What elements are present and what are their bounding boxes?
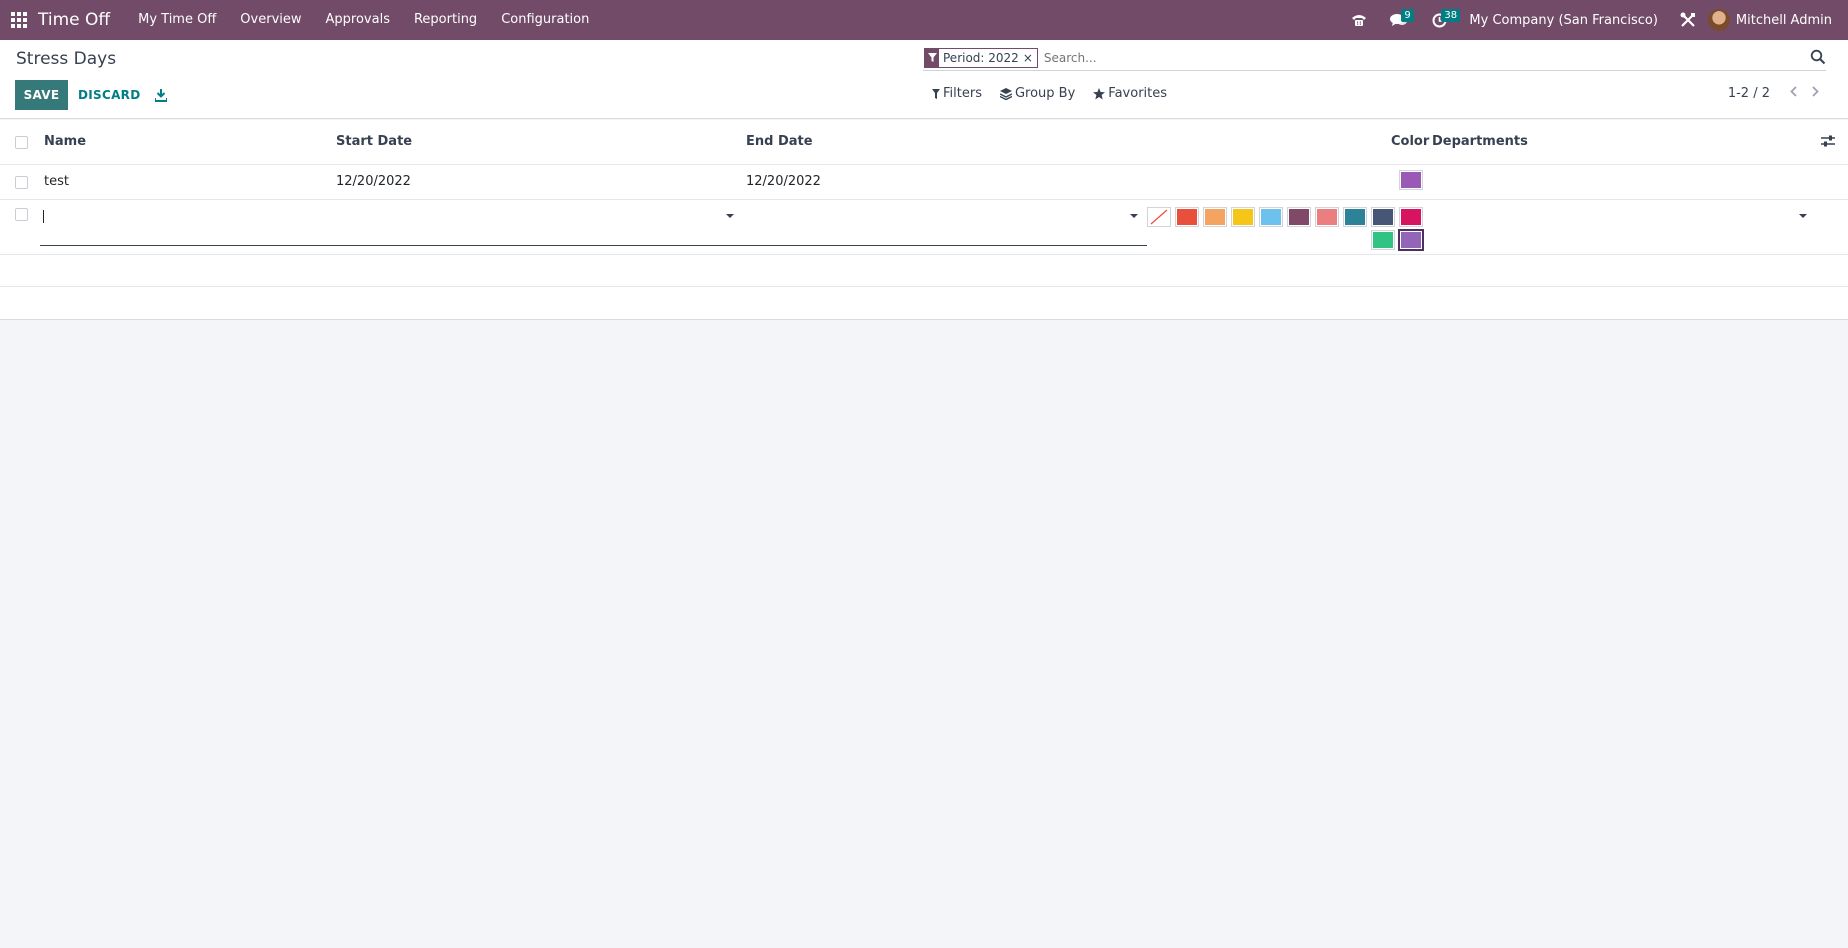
filters-button[interactable]: Filters [932,86,982,101]
optional-columns-icon[interactable] [1820,134,1836,148]
debug-tools-icon[interactable] [1668,0,1708,40]
color-orange-swatch[interactable] [1203,207,1227,227]
row-name: test [44,174,69,189]
discard-button[interactable]: DISCARD [70,80,148,110]
phone-icon[interactable] [1339,0,1379,40]
column-departments[interactable]: Departments [1432,134,1528,149]
favorites-label: Favorites [1108,86,1168,101]
save-button[interactable]: SAVE [15,80,68,110]
menu-configuration[interactable]: Configuration [489,0,601,40]
color-salmon-swatch[interactable] [1315,207,1339,227]
messages-icon[interactable]: 9 [1379,0,1419,40]
select-all-checkbox[interactable] [15,136,28,149]
pager: 1-2 / 2 [1728,86,1826,101]
column-name[interactable]: Name [44,134,86,149]
menu-approvals[interactable]: Approvals [314,0,402,40]
control-panel: Stress Days SAVE DISCARD Period: 2022 × … [0,40,1848,119]
facet-label: Period: 2022 [943,50,1019,65]
end-date-dropdown-icon[interactable] [1130,214,1138,218]
color-teal-swatch[interactable] [1343,207,1367,227]
app-name[interactable]: Time Off [38,10,110,30]
user-name: Mitchell Admin [1735,12,1832,28]
star-icon [1093,87,1106,99]
row-end-date: 12/20/2022 [746,174,821,189]
favorites-button[interactable]: Favorites [1093,86,1167,101]
column-start-date[interactable]: Start Date [336,134,412,149]
menu-reporting[interactable]: Reporting [402,0,489,40]
filter-facet[interactable]: Period: 2022 × [924,47,1038,68]
stress-days-list: Name Start Date End Date Color Departmen… [0,120,1848,320]
editing-row[interactable] [0,200,1848,255]
column-end-date[interactable]: End Date [746,134,813,149]
empty-row [0,255,1848,287]
group-by-label: Group By [1014,86,1076,101]
color-yellow-swatch[interactable] [1231,207,1255,227]
menu-overview[interactable]: Overview [228,0,313,40]
departments-dropdown-icon[interactable] [1799,214,1807,218]
table-header: Name Start Date End Date Color Departmen… [0,120,1848,165]
activities-icon[interactable]: 38 [1419,0,1461,40]
name-input-cursor[interactable] [43,210,44,223]
user-menu[interactable]: Mitchell Admin [1707,9,1848,31]
menu-my-time-off[interactable]: My Time Off [126,0,228,40]
color-fuchsia-swatch[interactable] [1399,207,1423,227]
color-dark-purple-swatch[interactable] [1287,207,1311,227]
color-none-swatch[interactable] [1147,207,1171,227]
facet-remove-icon[interactable]: × [1023,51,1037,65]
download-icon[interactable] [150,80,172,110]
layers-icon [999,87,1012,100]
search-bar: Period: 2022 × [923,45,1826,71]
column-color[interactable]: Color [1391,134,1429,149]
apps-menu-icon[interactable] [0,0,38,40]
start-date-dropdown-icon[interactable] [726,214,734,218]
color-light-blue-swatch[interactable] [1259,207,1283,227]
avatar [1707,9,1730,31]
activities-badge: 38 [1441,9,1461,22]
row-color-swatch [1399,170,1423,190]
search-options: Filters Group By Favorites [932,86,1185,101]
group-by-button[interactable]: Group By [999,86,1076,101]
page-title: Stress Days [16,49,117,69]
table-row[interactable]: test 12/20/2022 12/20/2022 [0,165,1848,200]
empty-row [0,287,1848,319]
row-checkbox[interactable] [15,176,28,189]
row-start-date: 12/20/2022 [336,174,411,189]
pager-next-icon[interactable] [1804,86,1826,101]
color-red-swatch[interactable] [1175,207,1199,227]
color-dark-blue-swatch[interactable] [1371,207,1395,227]
edit-underline [40,245,1147,246]
top-navbar: Time Off My Time Off Overview Approvals … [0,0,1848,40]
pager-previous-icon[interactable] [1782,86,1804,101]
filter-icon [925,48,939,67]
filter-icon [932,88,940,99]
row-checkbox[interactable] [15,208,28,221]
color-purple-swatch[interactable] [1398,229,1424,251]
filters-label: Filters [943,86,982,101]
messages-badge: 9 [1401,9,1414,22]
company-switcher[interactable]: My Company (San Francisco) [1459,13,1667,28]
pager-value[interactable]: 1-2 / 2 [1728,86,1770,101]
search-input[interactable] [1043,50,1804,65]
color-green-swatch[interactable] [1371,230,1395,250]
search-icon[interactable] [1810,49,1826,65]
